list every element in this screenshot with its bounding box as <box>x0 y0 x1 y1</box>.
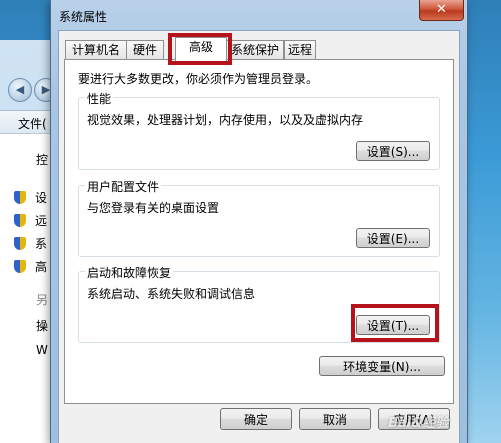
performance-description: 视觉效果，处理器计划，内存使用，以及及虚拟内存 <box>87 113 364 127</box>
user-profiles-description: 与您登录有关的桌面设置 <box>87 201 220 215</box>
back-icon[interactable]: ◀ <box>8 78 32 102</box>
environment-variables-button[interactable]: 环境变量(N)... <box>319 356 445 376</box>
bg-item-action[interactable]: 操 <box>36 317 48 334</box>
user-profiles-settings-button[interactable]: 设置(E)... <box>356 228 430 248</box>
bg-item-windows[interactable]: W <box>36 343 48 357</box>
advanced-tab-panel: 要进行大多数更改，你必须作为管理员登录。 性能 视觉效果，处理器计划，内存使用，… <box>64 59 454 404</box>
ok-button[interactable]: 确定 <box>220 408 292 430</box>
watermark: Bai&经验 <box>388 416 449 431</box>
tab-hardware[interactable]: 硬件 <box>126 40 164 60</box>
close-button[interactable]: ✕ <box>419 0 464 21</box>
user-profiles-group: 用户配置文件 与您登录有关的桌面设置 设置(E)... <box>78 178 440 257</box>
menu-file[interactable]: 文件( <box>18 115 47 132</box>
startup-recovery-group: 启动和故障恢复 系统启动、系统失败和调试信息 设置(T)... <box>78 264 440 343</box>
bg-item-remote[interactable]: 远 <box>14 212 47 229</box>
bg-item-control[interactable]: 控 <box>36 151 48 168</box>
tab-system-protection[interactable]: 系统保护 <box>226 40 284 60</box>
shield-icon <box>14 214 26 227</box>
bg-item-system[interactable]: 系 <box>14 235 47 252</box>
shield-icon <box>14 260 26 273</box>
tab-remote[interactable]: 远程 <box>284 40 316 60</box>
shield-icon <box>14 237 26 250</box>
system-properties-dialog: 系统属性 ✕ 计算机名 硬件 高级 系统保护 远程 要进行大多数更改，你必须作为… <box>50 0 468 443</box>
dialog-client-area: 计算机名 硬件 高级 系统保护 远程 要进行大多数更改，你必须作为管理员登录。 … <box>58 30 460 443</box>
bg-item-advanced[interactable]: 高 <box>14 258 47 275</box>
user-profiles-label: 用户配置文件 <box>85 178 162 195</box>
startup-recovery-settings-button[interactable]: 设置(T)... <box>356 315 430 335</box>
performance-settings-button[interactable]: 设置(S)... <box>356 141 430 161</box>
bg-item-device[interactable]: 设 <box>14 189 47 206</box>
tab-advanced[interactable]: 高级 <box>175 37 227 61</box>
performance-group: 性能 视觉效果，处理器计划，内存使用，以及及虚拟内存 设置(S)... <box>78 90 440 170</box>
shield-icon <box>14 191 26 204</box>
admin-notice: 要进行大多数更改，你必须作为管理员登录。 <box>78 72 319 86</box>
startup-recovery-description: 系统启动、系统失败和调试信息 <box>87 287 256 301</box>
cancel-button[interactable]: 取消 <box>299 408 371 430</box>
dialog-title: 系统属性 <box>59 10 108 24</box>
performance-label: 性能 <box>85 90 114 107</box>
tab-computer-name[interactable]: 计算机名 <box>65 40 127 60</box>
startup-recovery-label: 启动和故障恢复 <box>85 264 174 281</box>
bg-section-label: 另 <box>36 293 49 307</box>
